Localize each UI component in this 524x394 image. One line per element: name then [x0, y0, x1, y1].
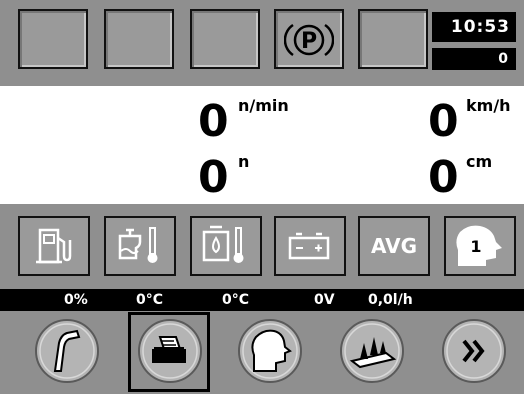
gauge-icon-row: AVG 1: [0, 212, 524, 282]
fuel-pump-icon: [36, 228, 72, 264]
distance-unit: cm: [466, 152, 493, 171]
value-panel: 0 n/min 0 km/h 0 n 0 cm: [0, 86, 524, 204]
bottom-button-bar: [0, 313, 524, 394]
clock-time: 10:53: [432, 12, 516, 42]
indicator-slot-3: [190, 9, 260, 69]
work-counter: 0: [432, 48, 516, 70]
parking-brake-indicator: P: [274, 9, 344, 69]
machine-display: P 10:53 0 0 n/min 0 km/h 0 n 0 cm AVG 1 …: [0, 0, 524, 394]
speed-unit: km/h: [466, 96, 511, 115]
engine-temperature-icon: [118, 227, 158, 263]
fuel-level: 0%: [64, 292, 88, 308]
fuel-rate: 0,0l/h: [368, 292, 413, 308]
indicator-slot-1: [18, 9, 88, 69]
speed-value: 0: [428, 96, 459, 147]
indicator-slot-5: [358, 9, 428, 69]
engine-temp: 0°C: [136, 292, 164, 308]
status-bar: 0% 0°C 0°C 0V 0,0l/h: [0, 289, 524, 311]
oil-temp: 0°C: [222, 292, 250, 308]
battery-box[interactable]: [274, 216, 346, 276]
voltage: 0V: [314, 292, 335, 308]
operator-button[interactable]: [236, 317, 304, 385]
oil-temp-box[interactable]: [190, 216, 262, 276]
average-box[interactable]: AVG: [358, 216, 430, 276]
rpm-value: 0: [198, 96, 229, 147]
distance-value: 0: [428, 152, 459, 203]
indicator-slot-2: [104, 9, 174, 69]
operator-box[interactable]: 1: [444, 216, 516, 276]
rpm-unit: n/min: [238, 96, 289, 115]
operator-number: 1: [470, 237, 481, 256]
count-unit: n: [238, 152, 250, 171]
crane-button[interactable]: [33, 317, 101, 385]
count-value: 0: [198, 152, 229, 203]
avg-label: AVG: [370, 234, 417, 258]
next-button[interactable]: [440, 317, 508, 385]
fuel-gauge-box[interactable]: [18, 216, 90, 276]
battery-icon: [288, 232, 330, 260]
top-indicator-row: P 10:53 0: [0, 0, 524, 82]
selected-button-frame: [128, 312, 210, 392]
oil-temperature-icon: [202, 225, 244, 263]
parking-brake-icon: P: [284, 23, 334, 57]
clock-panel: 10:53 0: [432, 12, 516, 70]
forest-button[interactable]: [338, 317, 406, 385]
engine-temp-box[interactable]: [104, 216, 176, 276]
operator-head-icon: 1: [456, 225, 502, 266]
parking-label: P: [301, 29, 317, 54]
